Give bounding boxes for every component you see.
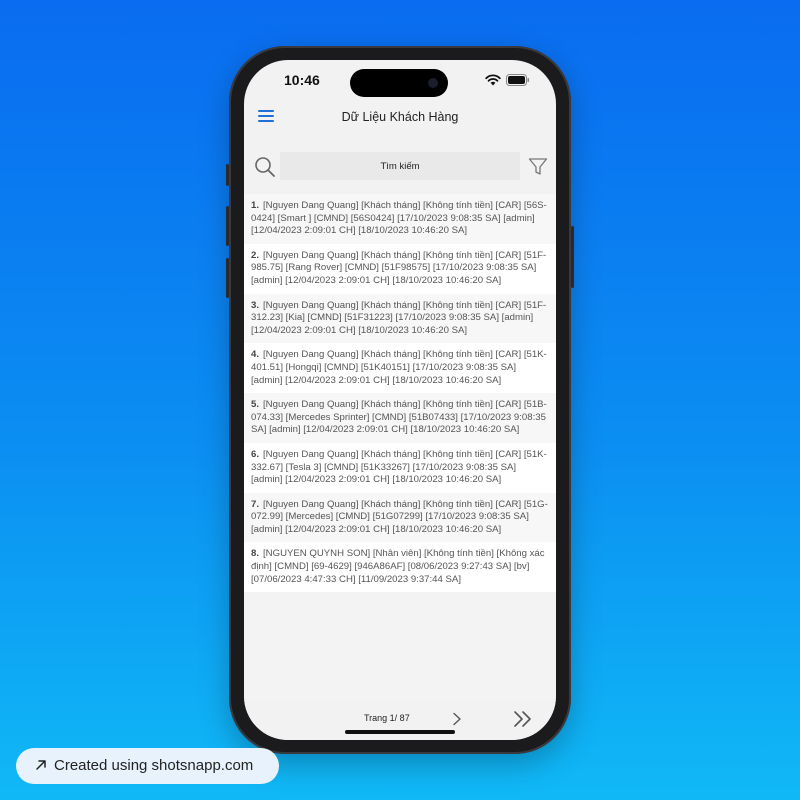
item-text: [Nguyen Dang Quang] [Khách tháng] [Không…: [251, 399, 547, 436]
list-item[interactable]: 4. [Nguyen Dang Quang] [Khách tháng] [Khô…: [244, 343, 556, 394]
item-number: 4.: [251, 349, 260, 361]
item-text: [Nguyen Dang Quang] [Khách tháng] [Không…: [251, 448, 547, 486]
item-number: 6.: [251, 448, 260, 460]
list-item[interactable]: 8. [NGUYEN QUYNH SON] [Nhân viên] [Không …: [244, 542, 556, 593]
badge-text: Created using shotsnapp.com: [54, 757, 254, 774]
item-text: [Nguyen Dang Quang] [Khách tháng] [Không…: [251, 299, 547, 336]
silent-switch: [226, 164, 229, 186]
item-number: 3.: [251, 299, 260, 311]
wifi-icon: [485, 74, 501, 86]
pagination-bar: Trang 1/ 87: [244, 700, 556, 740]
created-with-badge[interactable]: Created using shotsnapp.com: [16, 748, 279, 784]
item-number: 7.: [251, 498, 260, 510]
volume-down-button: [226, 258, 229, 298]
filter-icon[interactable]: [528, 157, 548, 177]
list-item[interactable]: 2. [Nguyen Dang Quang] [Khách tháng] [Khô…: [244, 243, 556, 294]
status-time: 10:46: [284, 72, 320, 88]
item-number: 5.: [251, 399, 260, 411]
search-icon[interactable]: [254, 156, 276, 178]
chevron-right-icon[interactable]: [450, 712, 464, 726]
dynamic-island: [350, 69, 448, 97]
item-text: [Nguyen Dang Quang] [Khách tháng] [Không…: [251, 349, 547, 386]
search-bar: [244, 150, 556, 184]
arrow-up-right-icon: [36, 760, 46, 770]
battery-icon: [506, 74, 530, 86]
page-title: Dữ Liệu Khách Hàng: [341, 110, 459, 124]
camera-icon: [428, 78, 438, 88]
customer-list: 1. [Nguyen Dang Quang] [Khách tháng] [Khô…: [244, 194, 556, 699]
item-text: [NGUYEN QUYNH SON] [Nhân viên] [Không tí…: [251, 548, 545, 585]
home-indicator: [345, 730, 455, 734]
page-indicator: Trang 1/ 87: [364, 713, 410, 723]
status-icons: [485, 74, 530, 86]
phone-screen: 10:46 Dữ Liệu Khách Hàng Tìm kiếm 1. [Ng…: [244, 60, 556, 740]
item-text: [Nguyen Dang Quang] [Khách tháng] [Không…: [251, 498, 548, 535]
list-item[interactable]: 1. [Nguyen Dang Quang] [Khách tháng] [Khô…: [244, 194, 556, 244]
power-button: [571, 226, 574, 288]
item-text: [Nguyen Dang Quang] [Khách tháng] [Không…: [251, 200, 547, 237]
volume-up-button: [226, 206, 229, 246]
list-item[interactable]: 6. [Nguyen Dang Quang] [Khách tháng] [Khô…: [244, 442, 556, 493]
item-number: 1.: [251, 200, 260, 211]
item-text: [Nguyen Dang Quang] [Khách tháng] [Không…: [251, 249, 547, 286]
item-number: 2.: [251, 249, 260, 261]
item-number: 8.: [251, 548, 260, 560]
list-item[interactable]: 3. [Nguyen Dang Quang] [Khách tháng] [Khô…: [244, 293, 556, 344]
list-item[interactable]: 5. [Nguyen Dang Quang] [Khách tháng] [Khô…: [244, 393, 556, 443]
search-input[interactable]: [280, 152, 520, 180]
status-bar: 10:46: [244, 60, 556, 100]
double-chevron-right-icon[interactable]: [512, 710, 534, 728]
list-item[interactable]: 7. [Nguyen Dang Quang] [Khách tháng] [Khô…: [244, 492, 556, 543]
phone-frame: 10:46 Dữ Liệu Khách Hàng Tìm kiếm 1. [Ng…: [226, 46, 574, 754]
nav-bar: Dữ Liệu Khách Hàng: [244, 104, 556, 132]
